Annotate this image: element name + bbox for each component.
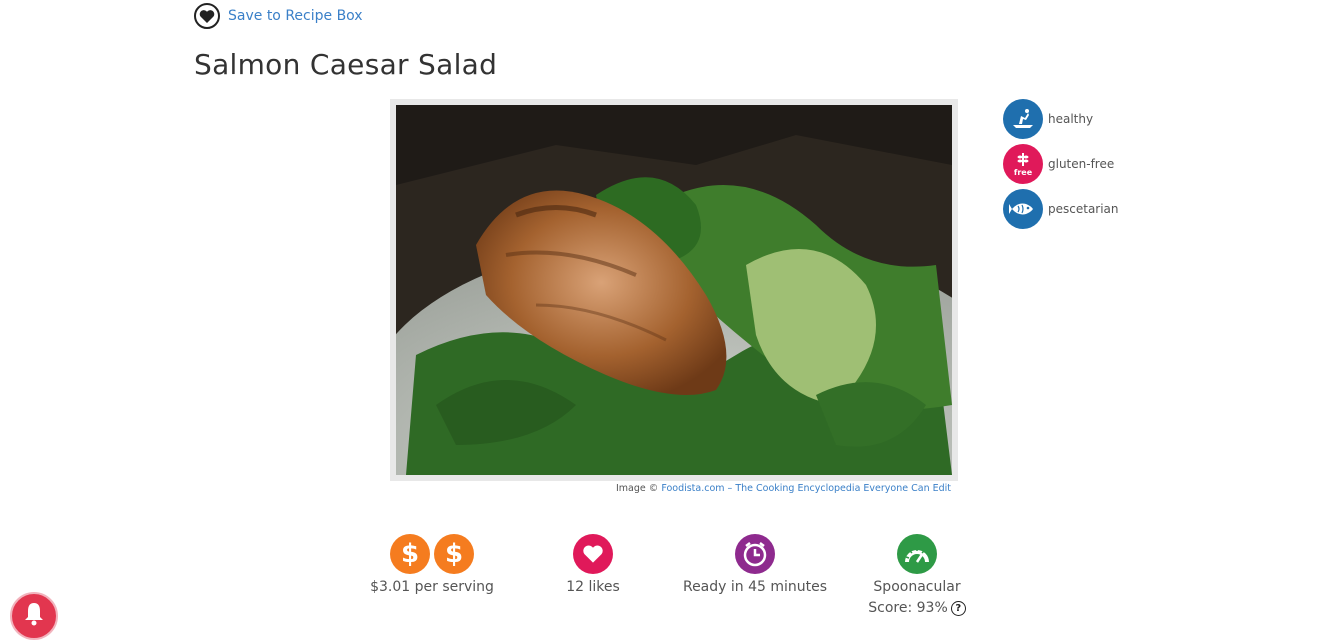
heart-icon[interactable]	[194, 3, 220, 29]
score-stat: Spoonacular Score: 93%?	[857, 533, 977, 619]
score-value: Score: 93%	[868, 600, 948, 616]
heart-icon	[573, 534, 613, 574]
clock-icon	[735, 534, 775, 574]
gauge-icon	[897, 534, 937, 574]
diet-badge-gluten-free[interactable]: free gluten-free	[1003, 144, 1119, 184]
bell-icon	[22, 601, 46, 631]
likes-count: 12 likes	[566, 579, 620, 595]
salmon-salad-image	[396, 105, 952, 475]
image-credit: Image © Foodista.com – The Cooking Encyc…	[616, 483, 951, 494]
recipe-title: Salmon Caesar Salad	[194, 48, 498, 81]
ready-time: Ready in 45 minutes	[682, 579, 828, 595]
dollar-icon: $	[390, 534, 430, 574]
recipe-photo-frame	[390, 99, 958, 481]
price-stat: $ $ $3.01 per serving	[362, 533, 502, 598]
likes-stat: 12 likes	[543, 533, 643, 598]
save-to-recipe-box-link[interactable]: Save to Recipe Box	[228, 8, 363, 24]
save-to-recipe-box[interactable]: Save to Recipe Box	[194, 3, 363, 29]
gluten-free-icon: free	[1003, 144, 1043, 184]
time-stat: Ready in 45 minutes	[675, 533, 835, 598]
spoonacular-score: Spoonacular Score: 93%?	[857, 577, 977, 619]
gluten-free-icon-text: free	[1014, 168, 1033, 177]
diet-badge-healthy[interactable]: healthy	[1003, 99, 1119, 139]
recipe-photo	[396, 105, 952, 475]
diet-label-healthy: healthy	[1048, 112, 1094, 126]
spoonacular-label: Spoonacular	[873, 579, 961, 595]
image-credit-link[interactable]: Foodista.com – The Cooking Encyclopedia …	[661, 483, 951, 494]
dollar-icon: $	[434, 534, 474, 574]
diet-label-gluten-free: gluten-free	[1048, 157, 1115, 171]
help-icon[interactable]: ?	[950, 600, 966, 616]
price-per-serving: $3.01 per serving	[370, 579, 494, 595]
diet-badges: healthy free gluten-free pescetarian	[1003, 99, 1119, 234]
diet-badge-pescetarian[interactable]: pescetarian	[1003, 189, 1119, 229]
notification-bell-button[interactable]	[10, 592, 58, 640]
healthy-icon	[1003, 99, 1043, 139]
image-credit-prefix: Image ©	[616, 483, 659, 494]
score-value-line: Score: 93%?	[857, 598, 977, 619]
diet-label-pescetarian: pescetarian	[1048, 202, 1119, 216]
fish-icon	[1003, 189, 1043, 229]
